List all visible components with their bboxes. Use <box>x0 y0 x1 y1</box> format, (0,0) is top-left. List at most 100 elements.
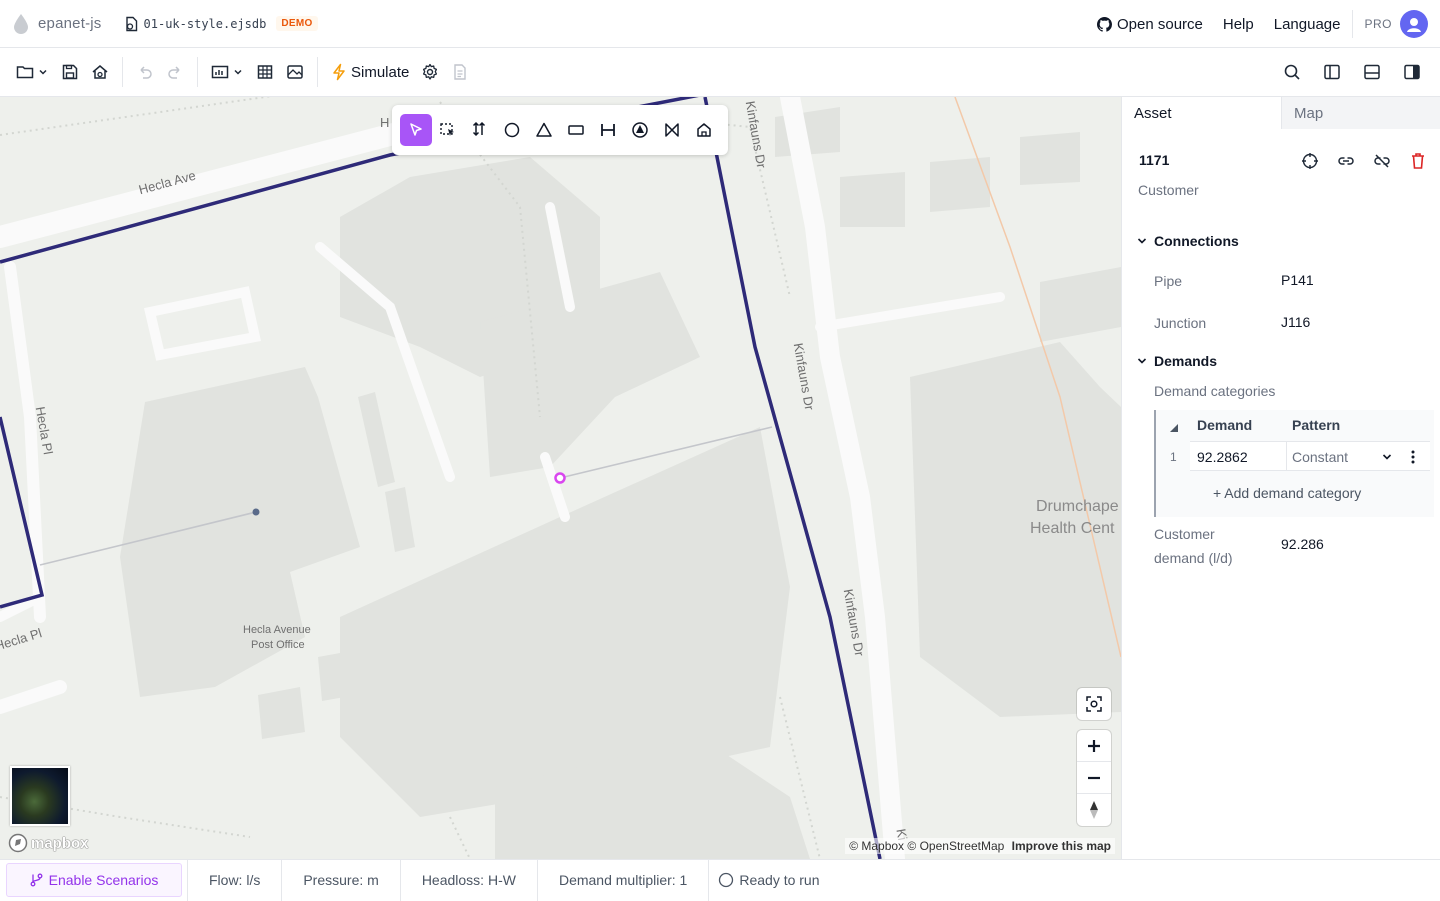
bottom-panel-icon <box>1364 64 1380 80</box>
save-button[interactable] <box>55 56 85 88</box>
poi-label-post-office-1: Hecla Avenue <box>243 624 311 636</box>
demand-row-index: 1 <box>1170 450 1177 464</box>
valve-icon <box>665 123 679 137</box>
simulation-settings-button[interactable] <box>415 56 445 88</box>
map-image-button[interactable] <box>280 56 310 88</box>
connections-title: Connections <box>1154 233 1239 249</box>
connect-button[interactable] <box>1328 149 1364 173</box>
toggle-right-panel-button[interactable] <box>1392 56 1432 88</box>
demand-multiplier-button[interactable]: Demand multiplier: 1 <box>536 859 708 901</box>
open-menu-button[interactable] <box>10 56 55 88</box>
pressure-units-button[interactable]: Pressure: m <box>281 859 399 901</box>
pro-label[interactable]: PRO <box>1364 17 1392 31</box>
open-source-link[interactable]: Open source <box>1096 15 1203 33</box>
drawing-toolbar <box>392 105 728 155</box>
zoom-in-button[interactable] <box>1077 730 1111 762</box>
asset-actions <box>1292 149 1436 173</box>
undo-icon <box>140 66 152 79</box>
demands-section-toggle[interactable]: Demands <box>1136 353 1217 369</box>
status-bar: Enable Scenarios Flow: l/s Pressure: m H… <box>0 859 1440 901</box>
undo-button[interactable] <box>130 56 160 88</box>
pattern-select[interactable]: Constant <box>1292 449 1348 465</box>
zoom-control <box>1077 730 1111 826</box>
connections-section-toggle[interactable]: Connections <box>1136 233 1239 249</box>
crosshair-icon <box>1302 153 1318 169</box>
app-header: epanet-js 01-uk-style.ejsdb DEMO Open so… <box>0 0 1440 48</box>
mapbox-logo[interactable]: mapbox <box>8 833 89 853</box>
connection-value-pipe[interactable]: P141 <box>1281 272 1314 288</box>
street-label-hecla-ave-partial: H <box>380 115 390 130</box>
poi-label-health-centre-1: Drumchape <box>1036 498 1119 515</box>
user-icon <box>1407 18 1421 32</box>
mapbox-attribution-link[interactable]: © Mapbox <box>849 839 904 853</box>
main-toolbar: Simulate <box>0 48 1440 97</box>
osm-attribution-link[interactable]: © OpenStreetMap <box>907 839 1004 853</box>
reshape-tool-button[interactable] <box>464 114 496 146</box>
demand-categories-label: Demand categories <box>1154 383 1276 399</box>
flow-units-button[interactable]: Flow: l/s <box>187 859 281 901</box>
globe-minimap[interactable] <box>10 766 70 826</box>
user-avatar[interactable] <box>1400 10 1428 38</box>
pipe-icon <box>601 124 615 136</box>
valve-tool-button[interactable] <box>656 114 688 146</box>
improve-map-link[interactable]: Improve this map <box>1012 839 1111 853</box>
connection-value-junction[interactable]: J116 <box>1281 314 1310 330</box>
tank-tool-button[interactable] <box>560 114 592 146</box>
delete-asset-button[interactable] <box>1400 149 1436 173</box>
gear-icon <box>423 63 438 80</box>
asset-panel: Asset Map 1171 Customer Connections Pipe… <box>1121 97 1440 859</box>
status-circle-icon <box>719 872 734 888</box>
file-indicator[interactable]: 01-uk-style.ejsdb DEMO <box>124 16 318 32</box>
toggle-bottom-panel-button[interactable] <box>1352 56 1392 88</box>
select-all-corner-icon[interactable] <box>1170 424 1178 432</box>
enable-scenarios-button[interactable]: Enable Scenarios <box>6 863 182 897</box>
simulate-button[interactable]: Simulate <box>325 56 415 88</box>
poi-label-health-centre-2: Health Cent <box>1030 520 1115 537</box>
import-menu-button[interactable] <box>205 56 250 88</box>
disconnect-button[interactable] <box>1364 149 1400 173</box>
water-drop-logo-icon <box>14 13 28 34</box>
redo-button[interactable] <box>160 56 190 88</box>
help-link[interactable]: Help <box>1223 16 1254 33</box>
lasso-select-icon <box>440 123 454 136</box>
tab-map[interactable]: Map <box>1281 97 1440 129</box>
compass-button[interactable] <box>1077 794 1111 826</box>
search-button[interactable] <box>1272 56 1312 88</box>
add-demand-category-button[interactable]: + Add demand category <box>1213 485 1361 501</box>
save-as-button[interactable] <box>85 56 115 88</box>
tab-asset[interactable]: Asset <box>1122 97 1281 129</box>
save-icon <box>62 64 78 80</box>
select-tool-button[interactable] <box>400 114 432 146</box>
reservoir-tool-button[interactable] <box>528 114 560 146</box>
more-vertical-icon[interactable] <box>1410 449 1416 465</box>
language-link[interactable]: Language <box>1274 16 1341 33</box>
open-source-label: Open source <box>1116 15 1203 33</box>
map-basemap <box>0 97 1121 859</box>
junction-tool-button[interactable] <box>496 114 528 146</box>
zoom-to-asset-button[interactable] <box>1292 149 1328 173</box>
fit-view-button[interactable] <box>1077 688 1111 720</box>
customer-demand-value: 92.286 <box>1281 536 1324 552</box>
demand-column-header: Demand <box>1197 417 1253 433</box>
table-icon <box>257 65 273 79</box>
locate-control <box>1077 688 1111 720</box>
toggle-left-panel-button[interactable] <box>1312 56 1352 88</box>
customer-tool-button[interactable] <box>688 114 720 146</box>
asset-id: 1171 <box>1139 152 1170 168</box>
report-button[interactable] <box>445 56 475 88</box>
brand[interactable]: epanet-js <box>12 13 102 35</box>
pump-tool-button[interactable] <box>624 114 656 146</box>
pump-icon <box>632 122 648 138</box>
headloss-formula-button[interactable]: Headloss: H-W <box>399 859 537 901</box>
zoom-out-button[interactable] <box>1077 762 1111 794</box>
chevron-down-icon[interactable] <box>1381 451 1393 463</box>
demand-value-cell[interactable]: 92.2862 <box>1197 449 1248 465</box>
pipe-tool-button[interactable] <box>592 114 624 146</box>
right-panel-icon <box>1404 64 1420 80</box>
table-view-button[interactable] <box>250 56 280 88</box>
map-canvas[interactable]: Hecla Ave H Hecla Pl Hecla Pl Kinfauns D… <box>0 97 1121 859</box>
circle-icon <box>504 122 520 138</box>
lasso-select-tool-button[interactable] <box>432 114 464 146</box>
file-icon <box>125 16 137 31</box>
customer-demand-key: Customer demand (l/d) <box>1154 526 1233 566</box>
